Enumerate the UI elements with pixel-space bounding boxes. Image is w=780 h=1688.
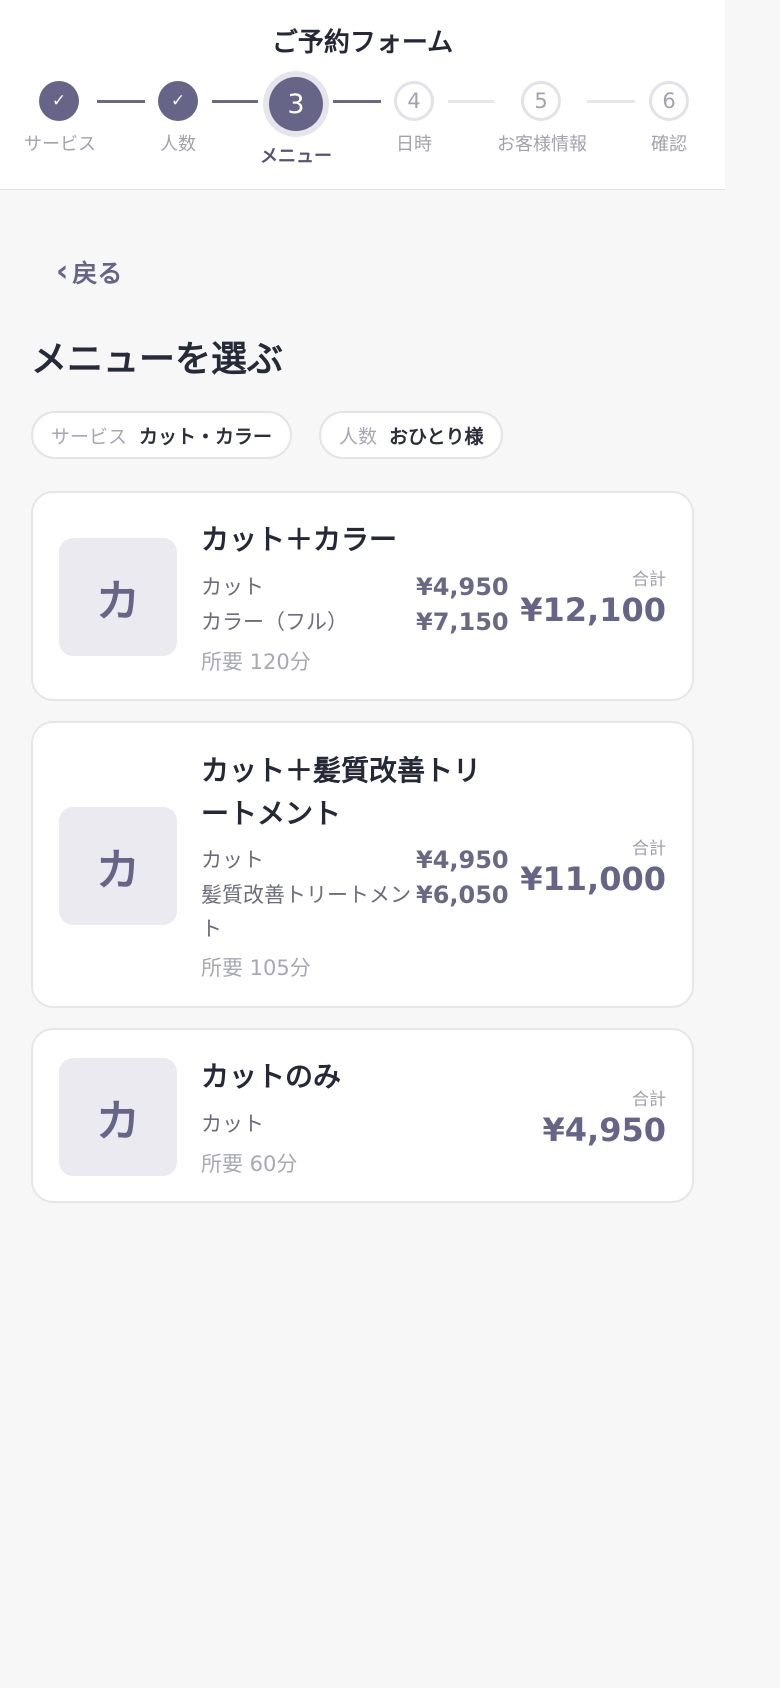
step-connector: [333, 100, 381, 103]
menu-thumbnail: カ: [59, 1058, 177, 1176]
step-3-label: メニュー: [260, 146, 332, 167]
menu-item-name: カット: [201, 848, 264, 872]
menu-item-price: ¥7,150: [416, 608, 509, 636]
menu-item-price: ¥4,950: [416, 846, 509, 874]
menu-item-price: ¥4,950: [416, 573, 509, 601]
menu-item-name: カット: [201, 575, 264, 599]
menu-duration: 所要 105分: [201, 956, 311, 980]
total-label: 合計: [632, 1090, 666, 1110]
step-6-label: 確認: [651, 134, 687, 155]
booking-header: ご予約フォーム ✓ サービス ✓ 人数 3 メニュー 4 日時 5 お客様情報 …: [0, 0, 725, 190]
step-1-check-icon: ✓: [39, 81, 79, 121]
total-label: 合計: [632, 839, 666, 859]
step-6-number: 6: [649, 81, 689, 121]
chip-value: おひとり様: [389, 425, 484, 448]
chevron-left-icon: ‹: [56, 254, 69, 289]
step-2-check-icon: ✓: [158, 81, 198, 121]
menu-item-price: ¥6,050: [416, 881, 509, 909]
step-5-number: 5: [521, 81, 561, 121]
chip-value: カット・カラー: [139, 425, 273, 448]
menu-title: カットのみ: [201, 1060, 342, 1093]
menu-title: カット＋カラー: [201, 523, 398, 556]
form-title: ご予約フォーム: [271, 28, 454, 58]
step-2-label: 人数: [160, 134, 196, 155]
step-4-number: 4: [394, 81, 434, 121]
back-label: 戻る: [72, 259, 123, 288]
chip-key: 人数: [339, 425, 378, 448]
menu-item-name: カット: [201, 1112, 264, 1136]
menu-duration: 所要 60分: [201, 1152, 298, 1176]
menu-title: カット＋髪質改善トリートメント: [201, 754, 482, 830]
menu-thumbnail: カ: [59, 538, 177, 656]
total-price: ¥4,950: [542, 1111, 666, 1149]
total-price: ¥11,000: [520, 860, 666, 898]
menu-card-cut-only[interactable]: カ カットのみ カット 所要 60分 合計 ¥4,950: [31, 1028, 694, 1203]
menu-item-name: カラー（フル）: [201, 610, 348, 634]
menu-card-cut-treatment[interactable]: カ カット＋髪質改善トリートメント カット ¥4,950 髪質改善トリートメント…: [31, 721, 694, 1008]
chip-key: サービス: [51, 425, 128, 448]
step-connector: [97, 100, 145, 103]
step-3-number: 3: [269, 77, 323, 131]
step-5-label: お客様情報: [497, 134, 587, 155]
guests-chip: 人数 おひとり様: [319, 411, 504, 459]
total-label: 合計: [632, 570, 666, 590]
step-connector: [587, 100, 635, 103]
menu-item-name: 髪質改善トリートメント: [201, 883, 411, 941]
service-chip: サービス カット・カラー: [31, 411, 293, 459]
step-4-label: 日時: [396, 134, 432, 155]
total-price: ¥12,100: [520, 591, 666, 629]
step-connector: [448, 100, 494, 103]
page-title: メニューを選ぶ: [31, 339, 284, 380]
step-1-label: サービス: [24, 134, 96, 155]
menu-thumbnail: カ: [59, 807, 177, 925]
step-connector: [212, 100, 258, 103]
menu-duration: 所要 120分: [201, 650, 311, 674]
menu-card-cut-color[interactable]: カ カット＋カラー カット ¥4,950 カラー（フル） ¥7,150 所要 1…: [31, 491, 694, 701]
back-button[interactable]: ‹ 戻る: [56, 254, 122, 290]
